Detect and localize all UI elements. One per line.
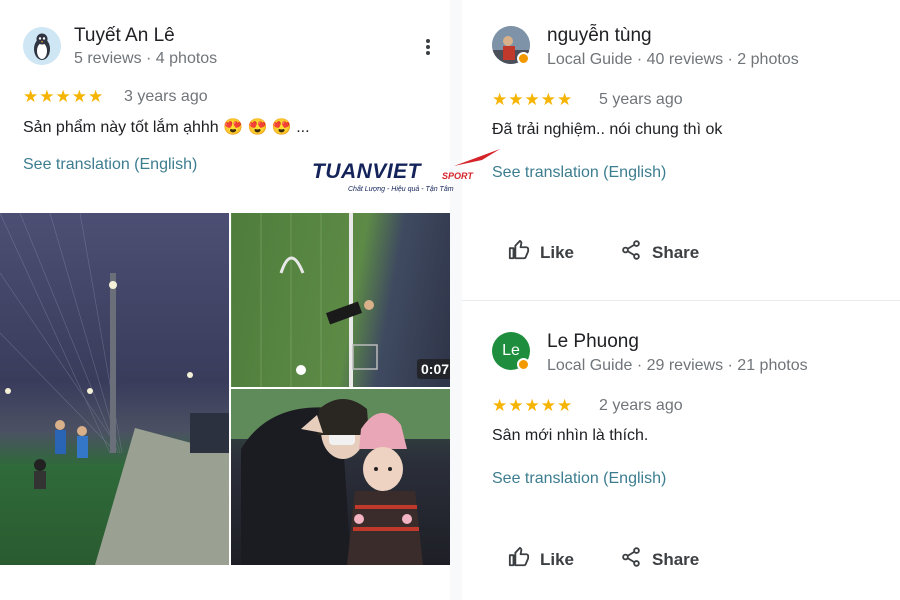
review-date: 5 years ago (599, 91, 683, 108)
review-date: 3 years ago (124, 88, 208, 105)
brand-name: TUANVIET (312, 160, 421, 183)
local-guide-badge-icon (517, 52, 530, 65)
swoosh-icon (454, 149, 500, 166)
more-vert-icon[interactable] (418, 37, 438, 61)
share-label: Share (652, 242, 700, 262)
review-photo-field[interactable] (0, 213, 229, 565)
like-label: Like (540, 242, 575, 262)
share-icon (620, 239, 642, 266)
penguin-avatar-icon[interactable] (23, 27, 61, 65)
review-card-tuyet-an-le: Tuyết An Lê 5 reviews · 4 photos ★★★★★ 3… (0, 0, 450, 600)
share-button[interactable]: Share (620, 239, 699, 266)
reviewer-meta[interactable]: Local Guide · 40 reviews · 2 photos (547, 51, 799, 69)
see-translation-link[interactable]: See translation (English) (23, 156, 197, 174)
star-rating: ★★★★★ (492, 90, 574, 109)
share-icon (620, 546, 642, 573)
star-rating: ★★★★★ (492, 396, 574, 415)
star-rating: ★★★★★ (23, 87, 105, 106)
brand-watermark-logo: TUANVIET SPORT Chất Lượng - Hiệu quả - T… (312, 148, 502, 198)
share-button[interactable]: Share (620, 546, 699, 573)
see-translation-link[interactable]: See translation (English) (492, 470, 666, 488)
reviewer-meta[interactable]: Local Guide · 29 reviews · 21 photos (547, 357, 808, 375)
review-text: Sản phẩm này tốt lắm ạhhh 😍 😍 😍 ... (23, 119, 310, 136)
like-button[interactable]: Like (508, 239, 574, 266)
review-text: Sân mới nhìn là thích. (492, 427, 649, 444)
brand-tagline: Chất Lượng - Hiệu quả - Tận Tâm (348, 186, 454, 193)
like-button[interactable]: Like (508, 546, 574, 573)
reviewer-meta[interactable]: 5 reviews · 4 photos (74, 50, 217, 68)
review-date: 2 years ago (599, 397, 683, 414)
review-divider (462, 300, 900, 301)
review-text: Đã trải nghiệm.. nói chung thì ok (492, 121, 723, 138)
share-label: Share (652, 549, 700, 569)
panel-gap (450, 0, 462, 600)
reviewer-name[interactable]: nguyễn tùng (547, 25, 652, 47)
local-guide-badge-icon (517, 358, 530, 371)
like-label: Like (540, 549, 575, 569)
thumbs-up-icon (508, 546, 530, 573)
brand-sport: SPORT (442, 171, 473, 181)
review-photo-people[interactable] (231, 389, 450, 565)
thumbs-up-icon (508, 239, 530, 266)
review-video-goal[interactable]: 0:07 (231, 213, 450, 387)
video-duration: 0:07 (417, 359, 450, 379)
see-translation-link[interactable]: See translation (English) (492, 164, 666, 182)
reviewer-name[interactable]: Le Phuong (547, 331, 639, 353)
reviewer-name[interactable]: Tuyết An Lê (74, 25, 175, 47)
